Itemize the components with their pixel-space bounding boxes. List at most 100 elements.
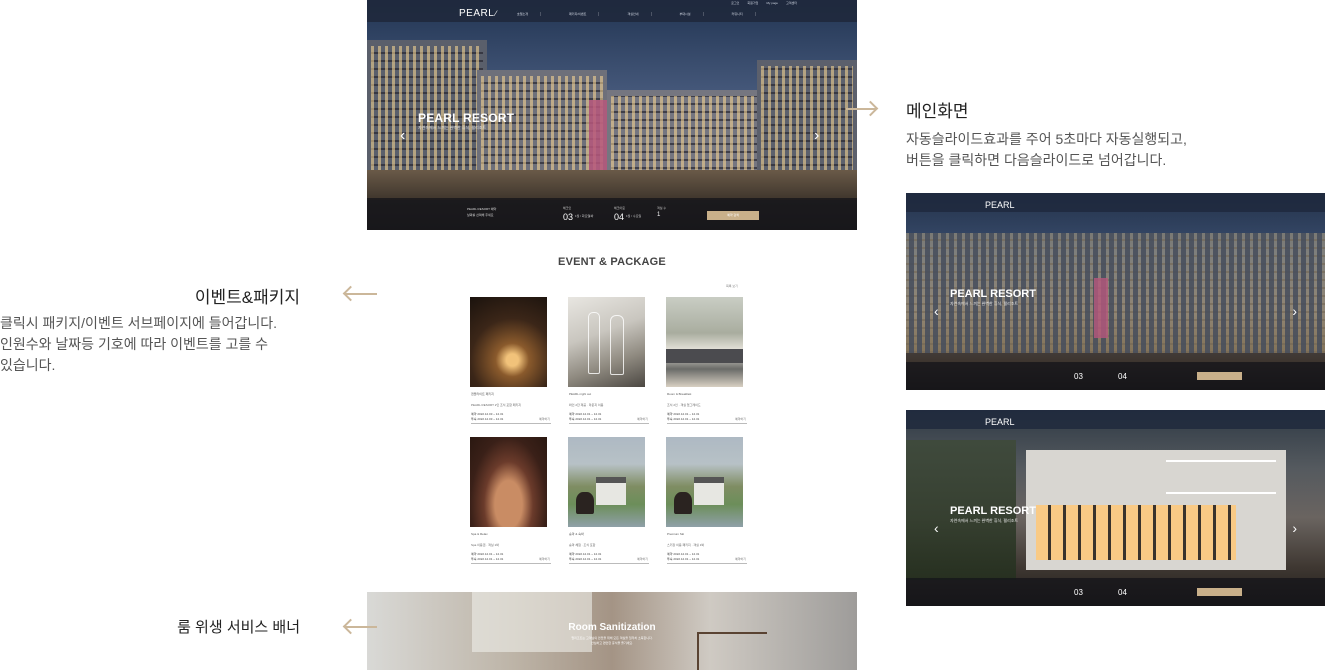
event-desc: 조식 2인 · 객실 업그레이드 — [667, 403, 701, 407]
slider-prev-icon[interactable]: ‹ — [400, 128, 410, 144]
preview-villa — [1026, 450, 1286, 570]
preview-checkout-day: 04 — [1118, 588, 1127, 597]
banner-title: Room Sanitization — [568, 622, 656, 633]
annotation-event-line3: 있습니다. — [0, 357, 56, 373]
main-visual-slider: 로그인 회원가입 My page 고객센터 PEARL 호텔소개 패키지/이벤트… — [367, 0, 857, 230]
util-link-mypage[interactable]: My page — [766, 1, 778, 5]
site-logo[interactable]: PEARL — [459, 8, 497, 19]
checkin-day[interactable]: 03 — [563, 212, 573, 222]
event-thumbnail[interactable] — [470, 297, 547, 387]
chevron-right-icon: › — [1292, 520, 1297, 536]
event-thumbnail[interactable] — [470, 437, 547, 527]
event-book-link[interactable]: 예약하기 — [637, 557, 648, 561]
event-name: Premium Ski — [667, 532, 685, 536]
event-book-link[interactable]: 예약하기 — [735, 417, 746, 421]
booking-info: PEARL RESORT 예약 날짜를 선택해 주세요 — [467, 206, 496, 218]
annotation-main-line1: 자동슬라이드효과를 주어 5초마다 자동실행되고, — [906, 131, 1187, 147]
annotation-main-heading: 메인화면 — [906, 102, 969, 121]
nav-item-about[interactable]: 호텔소개 — [517, 12, 542, 16]
event-section-title: EVENT & PACKAGE — [558, 256, 666, 268]
util-link-join[interactable]: 회원가입 — [747, 1, 758, 5]
slider-next-icon[interactable]: › — [814, 128, 824, 144]
preview-checkin-day: 03 — [1074, 588, 1083, 597]
checkout-day[interactable]: 04 — [614, 212, 624, 222]
chevron-left-icon: ‹ — [934, 303, 939, 319]
annotation-main-body: 자동슬라이드효과를 주어 5초마다 자동실행되고, 버튼을 클릭하면 다음슬라이… — [906, 129, 1187, 171]
nav-item-package[interactable]: 패키지/이벤트 — [569, 12, 600, 16]
event-thumbnail[interactable] — [568, 437, 645, 527]
annotation-banner-heading: 룸 위생 서비스 배너 — [177, 619, 300, 636]
hero-title: PEARL RESORT — [418, 111, 515, 125]
preview-header: PEARL — [906, 410, 1325, 429]
checkout-label: 체크아웃 — [614, 206, 626, 210]
util-menu: 로그인 회원가입 My page 고객센터 — [731, 1, 797, 5]
checkin-meta: 1월 / 화요일 — [575, 214, 591, 218]
preview-checkin-day: 03 — [1074, 372, 1083, 381]
event-desc: PEARL RESORT 2인 조식 포함 패키지 — [471, 403, 522, 407]
guest-label: 객실 수 — [657, 206, 667, 210]
room-sanitization-banner[interactable]: Room Sanitization 펄리조트는 고객님의 안전을 위해 모든 객… — [367, 592, 857, 670]
preview-header: PEARL — [906, 193, 1325, 212]
global-nav: 호텔소개 패키지/이벤트 객실안내 부대시설 커뮤니티 — [517, 12, 756, 16]
event-book-link[interactable]: 예약하기 — [539, 557, 550, 561]
event-desc: Spa 이용권 · 객실 1박 — [471, 543, 499, 547]
guest-count[interactable]: 1 — [657, 212, 660, 218]
site-header: 로그인 회원가입 My page 고객센터 PEARL 호텔소개 패키지/이벤트… — [367, 0, 857, 22]
event-book-link[interactable]: 예약하기 — [637, 417, 648, 421]
annotation-event-body: 클릭시 패키지/이벤트 서브페이지에 들어갑니다. 인원수와 날짜등 기호에 따… — [0, 313, 310, 376]
slide-preview-2: PEARL PEARL RESORT 자연속에서 느끼는 완벽한 휴식, 펄리조… — [906, 410, 1325, 606]
event-name: 캔들라이트 패키지 — [471, 392, 494, 396]
annotation-main-line2: 버튼을 클릭하면 다음슬라이드로 넘어갑니다. — [906, 152, 1167, 168]
util-link-support[interactable]: 고객센터 — [786, 1, 797, 5]
event-name: Spa & Relax — [471, 532, 488, 536]
hotel-building — [477, 70, 607, 180]
nav-item-community[interactable]: 커뮤니티 — [732, 12, 756, 16]
preview-title: PEARL RESORT — [950, 505, 1036, 517]
arrow-left-icon — [345, 626, 377, 628]
preview-logo: PEARL — [985, 417, 1015, 427]
event-thumbnail[interactable] — [666, 297, 743, 387]
arrow-right-icon — [846, 108, 876, 110]
lit-facade — [589, 100, 607, 175]
booking-search-button[interactable]: 예약 검색 — [707, 211, 759, 220]
util-link-login[interactable]: 로그인 — [731, 1, 739, 5]
hotel-plaza — [367, 170, 857, 200]
preview-booking-bar: 03 04 — [906, 362, 1325, 390]
booking-info-line2: 날짜를 선택해 주세요 — [467, 213, 494, 217]
chevron-left-icon: ‹ — [934, 520, 939, 536]
event-more-link[interactable]: 목록 보기 — [726, 284, 738, 288]
preview-checkout-day: 04 — [1118, 372, 1127, 381]
booking-bar: PEARL RESORT 예약 날짜를 선택해 주세요 체크인 03 1월 / … — [367, 198, 857, 230]
checkout-meta: 1월 / 수요일 — [626, 214, 642, 218]
slide-preview-1: PEARL PEARL RESORT 자연속에서 느끼는 완벽한 휴식, 펄리조… — [906, 193, 1325, 390]
banner-text-line2: 안심하고 편안한 휴식을 즐기세요. — [591, 641, 633, 645]
preview-subtitle: 자연속에서 느끼는 완벽한 휴식, 펄리조트 — [950, 518, 1019, 523]
preview-search-button — [1197, 588, 1242, 596]
preview-subtitle: 자연속에서 느끼는 완벽한 휴식, 펄리조트 — [950, 301, 1019, 306]
chevron-right-icon: › — [1292, 303, 1297, 319]
event-desc: 승마 체험 · 조식 포함 — [569, 543, 596, 547]
event-desc: 스키장 이용 패키지 · 객실 1박 — [667, 543, 705, 547]
preview-booking-bar: 03 04 — [906, 578, 1325, 606]
event-thumbnail[interactable] — [568, 297, 645, 387]
event-name: Room & Breakfast — [667, 392, 692, 396]
annotation-event-heading: 이벤트&패키지 — [194, 288, 300, 307]
banner-text: 펄리조트는 고객님의 안전을 위해 모든 객실을 철저히 소독합니다. 안심하고… — [367, 636, 857, 646]
event-book-link[interactable]: 예약하기 — [735, 557, 746, 561]
arrow-left-icon — [345, 293, 377, 295]
nav-item-rooms[interactable]: 객실안내 — [627, 12, 652, 16]
event-thumbnail[interactable] — [666, 437, 743, 527]
site-mockup: 로그인 회원가입 My page 고객센터 PEARL 호텔소개 패키지/이벤트… — [367, 0, 857, 670]
nav-item-facilities[interactable]: 부대시설 — [680, 12, 704, 16]
annotation-event-line1: 클릭시 패키지/이벤트 서브페이지에 들어갑니다. — [0, 315, 278, 331]
nights-count: 1박 — [589, 214, 594, 218]
preview-title: PEARL RESORT — [950, 288, 1036, 300]
event-name: 승마 & 숙박 — [569, 532, 584, 536]
preview-search-button — [1197, 372, 1242, 380]
event-book-link[interactable]: 예약하기 — [539, 417, 550, 421]
event-desc: 와인 2잔 제공 · 라운지 이용 — [569, 403, 604, 407]
preview-logo: PEARL — [985, 200, 1015, 210]
event-name: PEARL night out — [569, 392, 592, 396]
preview-lit-facade — [1094, 278, 1108, 338]
annotation-event-line2: 인원수와 날짜등 기호에 따라 이벤트를 고를 수 — [0, 336, 269, 352]
